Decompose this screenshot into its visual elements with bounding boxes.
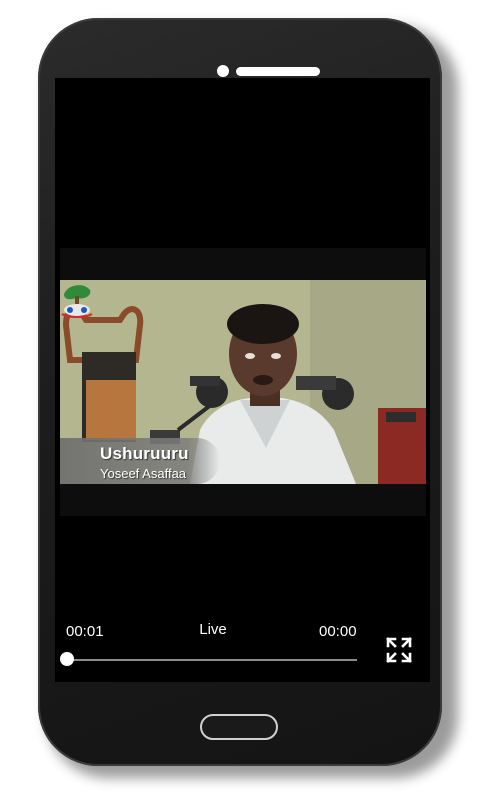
lower-third-subtitle: Yoseef Asaffaa <box>100 466 187 481</box>
expand-arrows-icon[interactable] <box>386 637 412 663</box>
seek-bar[interactable] <box>67 659 357 661</box>
channel-logo-icon <box>61 285 93 318</box>
home-button-icon[interactable] <box>200 714 278 740</box>
duration-time: 00:00 <box>319 623 357 640</box>
front-camera-icon <box>217 65 229 77</box>
video-player[interactable]: Ushuruuru Yoseef Asaffaa <box>60 248 426 516</box>
earpiece-speaker-icon <box>236 67 320 76</box>
lower-third-title: Ushuruuru <box>100 444 189 463</box>
seek-thumb[interactable] <box>60 652 74 666</box>
screen: Ushuruuru Yoseef Asaffaa 00:01 Live 00:0… <box>55 78 430 682</box>
video-frame: Ushuruuru Yoseef Asaffaa <box>60 280 426 484</box>
scene-drum <box>86 380 136 440</box>
